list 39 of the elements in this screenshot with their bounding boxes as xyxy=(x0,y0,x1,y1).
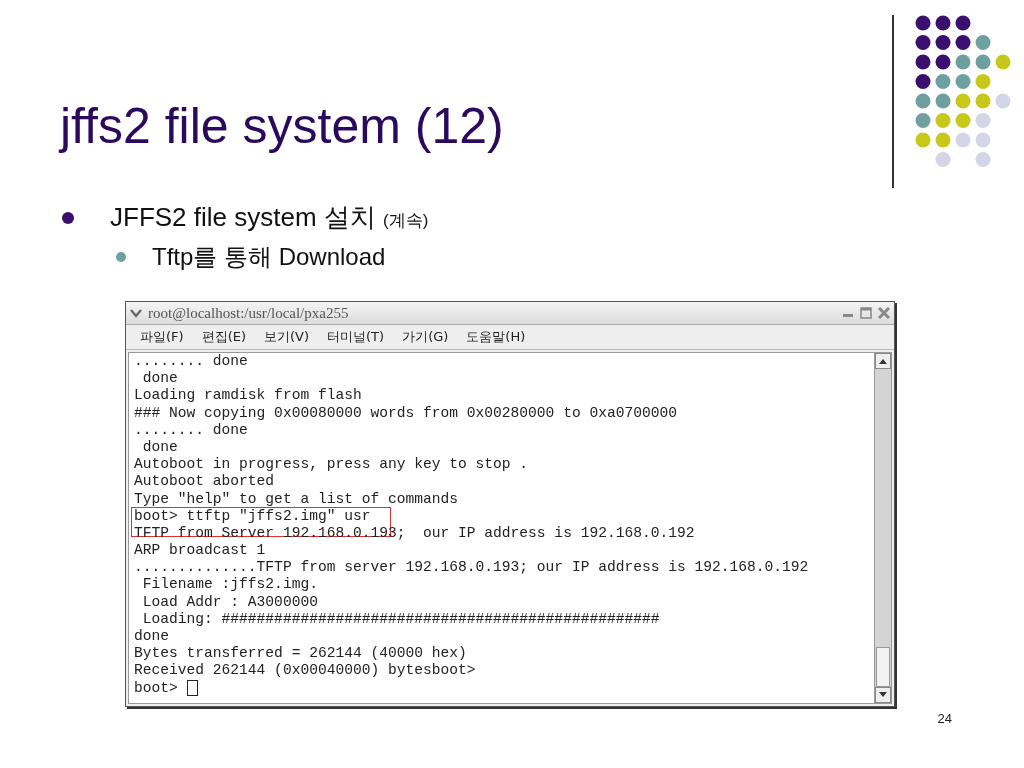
up-arrow-icon[interactable] xyxy=(879,358,887,364)
menu-item[interactable]: 편집(E) xyxy=(201,328,246,346)
maximize-icon[interactable] xyxy=(860,307,872,319)
menu-item[interactable]: 터미널(T) xyxy=(327,328,385,346)
terminal-line: ARP broadcast 1 xyxy=(134,542,266,560)
terminal-line: ### Now copying 0x00080000 words from 0x00280000 to 0xa0700000 xyxy=(134,404,677,422)
close-icon[interactable] xyxy=(878,307,890,319)
bullet-text: Tftp를 통해 Download xyxy=(152,242,386,272)
bullet-dot xyxy=(62,211,74,224)
terminal-line: Type "help" to get a list of commands xyxy=(134,490,459,508)
terminal-line: Loading ramdisk from flash xyxy=(134,387,362,405)
terminal-line: Bytes transferred = 262144 (40000 hex) xyxy=(134,645,467,663)
terminal-line: Autoboot in progress, press any key to stop . xyxy=(134,456,529,474)
terminal-line: Autoboot aborted xyxy=(134,473,275,491)
bullet-text: JFFS2 file system 설치 (계속) xyxy=(110,201,429,234)
menu-item[interactable]: 파일(F) xyxy=(140,328,184,346)
terminal-line: ........ done xyxy=(134,421,248,439)
window-title: root@localhost:/usr/local/pxa255 xyxy=(148,304,350,322)
terminal-line: done xyxy=(141,370,178,388)
chevron-icon[interactable] xyxy=(130,308,142,318)
bullet-dot xyxy=(116,252,126,262)
down-arrow-icon[interactable] xyxy=(879,692,887,698)
terminal-line: ..............TFTP from server 192.168.0.193; our IP address is 192.168.0.192 xyxy=(134,559,809,577)
terminal-line: Loading: ################################################## xyxy=(141,610,660,628)
terminal-line: Load Addr : A3000000 xyxy=(141,593,318,611)
terminal-line: ........ done xyxy=(134,353,248,371)
slide-title: jffs2 file system (12) xyxy=(60,97,504,156)
terminal-line: Filename :jffs2.img. xyxy=(141,576,318,594)
terminal-line: boot> ttftp "jffs2.img" usr xyxy=(134,507,371,525)
terminal-line: done xyxy=(134,628,170,646)
page-number: 24 xyxy=(937,711,952,726)
terminal-line: done xyxy=(141,438,178,457)
scroll-thumb[interactable] xyxy=(876,647,890,687)
terminal-line: Received 262144 (0x00040000) bytesboot> xyxy=(134,662,476,680)
scrollbar[interactable] xyxy=(874,353,891,703)
menu-item[interactable]: 가기(G) xyxy=(402,328,449,346)
terminal-line: boot> xyxy=(134,679,178,697)
menu-item[interactable]: 보기(V) xyxy=(264,328,310,346)
menu-item[interactable]: 도움말(H) xyxy=(466,328,526,346)
